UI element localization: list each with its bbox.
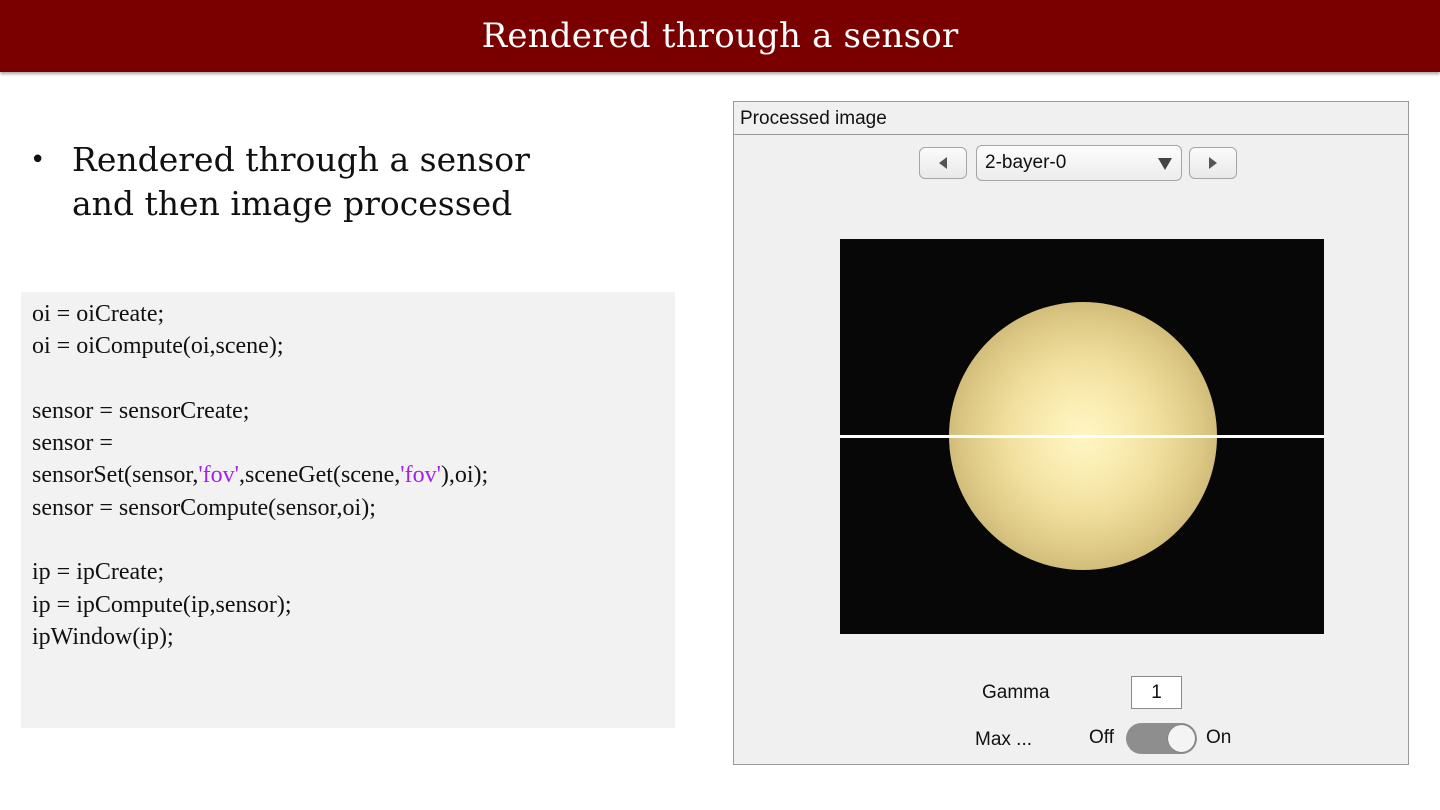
code-text: sensor = xyxy=(32,430,113,457)
toggle-on-label: On xyxy=(1206,727,1232,748)
max-label: Max ... xyxy=(975,729,1033,750)
arrow-right-icon xyxy=(1209,157,1217,169)
image-selector-value: 2-bayer-0 xyxy=(985,152,1067,173)
gamma-label: Gamma xyxy=(982,682,1050,703)
code-line: sensor = xyxy=(32,427,488,459)
next-button[interactable] xyxy=(1189,147,1237,179)
code-line: oi = oiCreate; xyxy=(32,298,488,330)
max-toggle-switch[interactable] xyxy=(1126,723,1197,754)
toggle-knob xyxy=(1168,725,1195,752)
bullet-list: • Rendered through a sensor and then ima… xyxy=(30,138,630,226)
panel-title: Processed image xyxy=(740,108,887,129)
code-string: 'fov' xyxy=(400,462,441,489)
processed-image-display[interactable] xyxy=(840,239,1324,634)
scan-line-marker[interactable] xyxy=(840,435,1324,438)
code-line: sensorSet(sensor,'fov',sceneGet(scene,'f… xyxy=(32,459,488,491)
code-string: 'fov' xyxy=(198,462,239,489)
slide-title: Rendered through a sensor xyxy=(481,16,959,56)
code-lines: oi = oiCreate; oi = oiCompute(oi,scene); s… xyxy=(32,298,488,653)
code-text: ,sceneGet(scene, xyxy=(239,462,401,489)
code-text: oi = oiCreate; xyxy=(32,301,165,327)
code-line: sensor = sensorCompute(sensor,oi); xyxy=(32,492,488,524)
arrow-left-icon xyxy=(939,157,947,169)
panel-title-bar: Processed image xyxy=(734,102,1408,135)
code-line: ipWindow(ip); xyxy=(32,621,488,653)
code-text: sensor = sensorCreate; xyxy=(32,397,250,424)
code-line: sensor = sensorCreate; xyxy=(32,395,488,427)
code-text: ip = ipCompute(ip,sensor); xyxy=(32,591,292,618)
code-text: ipWindow(ip); xyxy=(32,623,174,650)
image-selector-dropdown[interactable]: 2-bayer-0 xyxy=(976,145,1182,181)
code-text: ),oi); xyxy=(440,462,489,489)
bullet-text: Rendered through a sensor and then image… xyxy=(72,140,530,223)
chevron-down-icon xyxy=(1158,158,1172,170)
code-text: sensor = sensorCompute(sensor,oi); xyxy=(32,494,376,521)
code-line: ip = ipCompute(ip,sensor); xyxy=(32,589,488,621)
bullet-dot-icon: • xyxy=(30,145,46,175)
previous-button[interactable] xyxy=(919,147,967,179)
slide-header: Rendered through a sensor xyxy=(0,0,1440,72)
code-text: ip = ipCreate; xyxy=(32,559,165,586)
code-text: sensorSet(sensor, xyxy=(32,462,199,489)
code-line: ip = ipCreate; xyxy=(32,556,488,588)
code-line: oi = oiCompute(oi,scene); xyxy=(32,330,488,362)
gamma-input[interactable]: 1 xyxy=(1131,676,1182,709)
code-block: oi = oiCreate; oi = oiCompute(oi,scene); s… xyxy=(21,292,675,728)
toggle-off-label: Off xyxy=(1089,727,1114,748)
processed-image-panel: Processed image 2-bayer-0 Gamma 1 Max ..… xyxy=(733,101,1409,765)
bullet-item: • Rendered through a sensor and then ima… xyxy=(30,138,630,226)
code-text: oi = oiCompute(oi,scene); xyxy=(32,333,284,360)
